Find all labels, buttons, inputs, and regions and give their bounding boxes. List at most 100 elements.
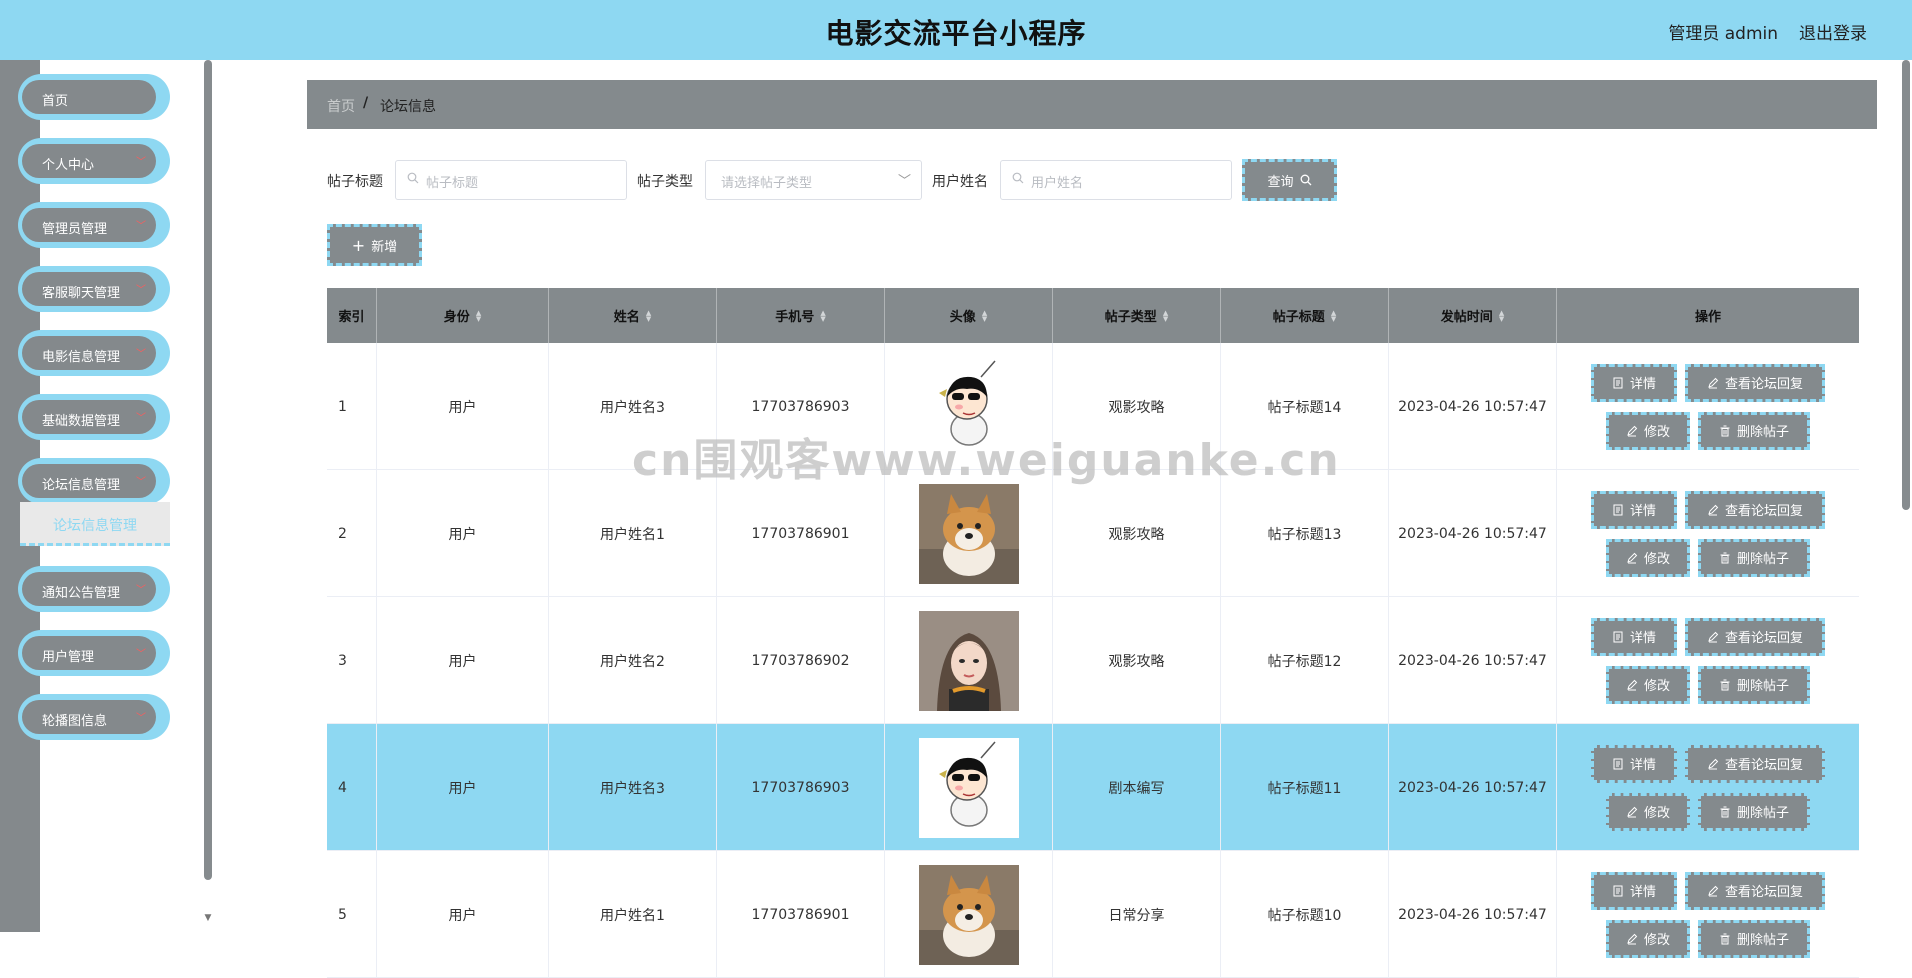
cell-avatar (885, 470, 1053, 597)
sidebar-scrollbar-thumb[interactable] (204, 60, 212, 880)
cell-post-type: 观影攻略 (1053, 470, 1221, 597)
column-header-name[interactable]: 姓名 ▲ ▼ (549, 288, 717, 343)
cell-actions: 详情 查看论坛回复 修改 删除帖子 (1557, 597, 1859, 724)
logout-link[interactable]: 退出登录 (1799, 19, 1867, 44)
sidebar-item-basic-data[interactable]: 基础数据管理 ﹀ (18, 394, 170, 440)
sort-icon[interactable]: ▲ ▼ (1499, 309, 1504, 322)
cell-avatar (885, 343, 1053, 470)
cell-post-time: 2023-04-26 10:57:47 (1389, 597, 1557, 724)
sidebar-item-label: 通知公告管理 (42, 586, 121, 601)
sidebar-item-chat-management[interactable]: 客服聊天管理 ﹀ (18, 266, 170, 312)
table-row[interactable]: 5 用户 用户姓名1 17703786901 日常分享 帖子标题10 2023-04-26 … (327, 851, 1859, 978)
sidebar-item-carousel[interactable]: 轮播图信息 ﹀ (18, 694, 170, 740)
column-header-post-type[interactable]: 帖子类型 ▲ ▼ (1053, 288, 1221, 343)
sidebar-subitem-forum-management[interactable]: 论坛信息管理 (20, 502, 170, 546)
view-replies-button[interactable]: 查看论坛回复 (1685, 363, 1825, 402)
app-title: 电影交流平台小程序 (825, 17, 1087, 50)
column-header-role[interactable]: 身份 ▲ ▼ (377, 288, 549, 343)
search-icon (1300, 174, 1311, 186)
query-button-label: 查询 (1267, 174, 1294, 190)
detail-button[interactable]: 详情 (1591, 490, 1677, 529)
delete-post-button[interactable]: 删除帖子 (1698, 411, 1810, 450)
post-type-select[interactable]: 请选择帖子类型 ﹀ (705, 160, 922, 200)
sidebar-item-notice-management[interactable]: 通知公告管理 ﹀ (18, 566, 170, 612)
add-button[interactable]: + 新增 (327, 224, 422, 266)
column-header-post-time[interactable]: 发帖时间 ▲ ▼ (1389, 288, 1557, 343)
user-name-placeholder: 用户姓名 (1031, 176, 1084, 191)
column-header-actions: 操作 (1694, 310, 1721, 325)
sidebar-item-label: 客服聊天管理 (42, 286, 121, 301)
detail-button[interactable]: 详情 (1591, 871, 1677, 910)
trash-icon (1720, 806, 1730, 817)
cell-post-title: 帖子标题12 (1221, 597, 1389, 724)
table-row[interactable]: 4 用户 用户姓名3 17703786903 剧本编写 帖子标题11 2023-04-26 … (327, 724, 1859, 851)
cell-post-time: 2023-04-26 10:57:47 (1389, 343, 1557, 470)
sidebar-item-admin-management[interactable]: 管理员管理 ﹀ (18, 202, 170, 248)
chevron-down-icon: ﹀ (136, 221, 146, 232)
cell-post-title: 帖子标题10 (1221, 851, 1389, 978)
document-icon (1613, 377, 1623, 388)
sidebar-scroll-down-icon[interactable]: ▼ (203, 913, 213, 923)
query-button[interactable]: 查询 (1242, 159, 1337, 201)
view-replies-button[interactable]: 查看论坛回复 (1685, 871, 1825, 910)
view-replies-button[interactable]: 查看论坛回复 (1685, 744, 1825, 783)
view-replies-button[interactable]: 查看论坛回复 (1685, 490, 1825, 529)
top-header: 电影交流平台小程序 管理员 admin 退出登录 (0, 0, 1912, 60)
detail-button[interactable]: 详情 (1591, 617, 1677, 656)
cell-post-time: 2023-04-26 10:57:47 (1389, 470, 1557, 597)
sidebar-item-forum-management[interactable]: 论坛信息管理 ﹀ (18, 458, 170, 504)
column-header-avatar[interactable]: 头像 ▲ ▼ (885, 288, 1053, 343)
edit-button[interactable]: 修改 (1606, 919, 1690, 958)
sort-icon[interactable]: ▲ ▼ (1163, 309, 1168, 322)
delete-post-button[interactable]: 删除帖子 (1698, 538, 1810, 577)
cell-role: 用户 (377, 470, 549, 597)
post-title-input[interactable]: 帖子标题 (395, 160, 627, 200)
table-row[interactable]: 2 用户 用户姓名1 17703786901 观影攻略 帖子标题13 2023-04-26 … (327, 470, 1859, 597)
delete-post-button[interactable]: 删除帖子 (1698, 919, 1810, 958)
sidebar-item-personal-center[interactable]: 个人中心 ﹀ (18, 138, 170, 184)
column-header-post-title[interactable]: 帖子标题 ▲ ▼ (1221, 288, 1389, 343)
sidebar-item-label: 首页 (42, 94, 69, 109)
trash-icon (1720, 425, 1730, 436)
table-row[interactable]: 1 用户 用户姓名3 17703786903 观影攻略 帖子标题14 2023-04-26 … (327, 343, 1859, 470)
main-scrollbar[interactable] (1900, 60, 1912, 932)
cell-post-type: 日常分享 (1053, 851, 1221, 978)
cell-index: 1 (327, 343, 377, 470)
sort-icon[interactable]: ▲ ▼ (820, 309, 825, 322)
user-name-label: 用户姓名 (932, 174, 988, 190)
cell-avatar (885, 851, 1053, 978)
cell-post-title: 帖子标题11 (1221, 724, 1389, 851)
detail-button[interactable]: 详情 (1591, 363, 1677, 402)
sort-icon[interactable]: ▲ ▼ (1331, 309, 1336, 322)
sidebar-item-movie-management[interactable]: 电影信息管理 ﹀ (18, 330, 170, 376)
post-type-label: 帖子类型 (637, 174, 693, 190)
edit-button[interactable]: 修改 (1606, 411, 1690, 450)
sort-icon[interactable]: ▲ ▼ (982, 309, 987, 322)
view-replies-button[interactable]: 查看论坛回复 (1685, 617, 1825, 656)
table-row[interactable]: 3 用户 用户姓名2 17703786902 观影攻略 帖子标题12 2023-04-26 … (327, 597, 1859, 724)
chevron-down-icon: ﹀ (897, 174, 911, 189)
sort-icon[interactable]: ▲ ▼ (646, 309, 651, 322)
breadcrumb-home[interactable]: 首页 (327, 96, 355, 116)
main-scrollbar-thumb[interactable] (1902, 60, 1910, 510)
breadcrumb-separator: / (363, 95, 369, 111)
delete-post-button[interactable]: 删除帖子 (1698, 792, 1810, 831)
user-name-input[interactable]: 用户姓名 (1000, 160, 1232, 200)
detail-button[interactable]: 详情 (1591, 744, 1677, 783)
sidebar-item-label: 论坛信息管理 (42, 478, 121, 493)
delete-post-button[interactable]: 删除帖子 (1698, 665, 1810, 704)
sidebar-item-user-management[interactable]: 用户管理 ﹀ (18, 630, 170, 676)
chevron-down-icon: ﹀ (136, 157, 146, 168)
sidebar-scrollbar[interactable]: ▼ (203, 60, 213, 932)
sidebar-item-home[interactable]: 首页 (18, 74, 170, 120)
column-header-phone[interactable]: 手机号 ▲ ▼ (717, 288, 885, 343)
cell-index: 3 (327, 597, 377, 724)
document-icon (1613, 631, 1623, 642)
edit-button[interactable]: 修改 (1606, 665, 1690, 704)
document-icon (1613, 885, 1623, 896)
sort-icon[interactable]: ▲ ▼ (476, 309, 481, 322)
search-icon (1012, 172, 1024, 184)
edit-button[interactable]: 修改 (1606, 792, 1690, 831)
edit-icon (1708, 377, 1719, 388)
edit-button[interactable]: 修改 (1606, 538, 1690, 577)
